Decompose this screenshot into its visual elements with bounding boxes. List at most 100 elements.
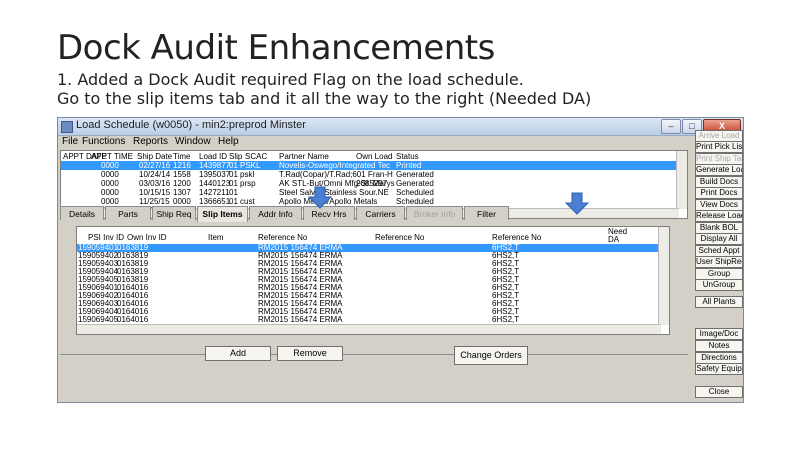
- safety-equip-button[interactable]: Safety Equip: [695, 363, 743, 375]
- tab-parts[interactable]: Parts: [105, 206, 151, 220]
- generate-loac-button[interactable]: Generate Loac: [695, 164, 743, 176]
- load-cell: cust: [240, 197, 255, 206]
- slip-cell: 0164016: [117, 315, 149, 324]
- load-cell: 1216: [173, 161, 191, 170]
- load-col-header[interactable]: Load ID: [199, 152, 227, 161]
- load-cell: 0000: [173, 197, 191, 206]
- display-all-button[interactable]: Display All: [695, 233, 743, 245]
- load-cell: 01: [229, 197, 238, 206]
- slip-row[interactable]: 159059403 0163819 RM2015 156474 ERMA 6HS2,T: [77, 259, 661, 268]
- add-button[interactable]: Add: [205, 346, 271, 361]
- menu-reports[interactable]: Reports: [133, 136, 168, 147]
- window-titlebar[interactable]: Load Schedule (w0050) - min2:preprod Min…: [58, 118, 743, 136]
- slip-row[interactable]: 159069404 0164016 RM2015 156474 ERMA 6HS2,T: [77, 307, 661, 316]
- slip-row[interactable]: 159069403 0164016 RM2015 156474 ERMA 6HS2,T: [77, 299, 661, 308]
- load-cell: 1200: [173, 179, 191, 188]
- tab-carriers[interactable]: Carriers: [356, 206, 405, 220]
- load-cell: 01: [229, 188, 238, 197]
- close-button[interactable]: Close: [695, 386, 743, 398]
- slip-cell: RM2015 156474 ERMA: [258, 315, 343, 324]
- slip-row[interactable]: 159069401 0164016 RM2015 156474 ERMA 6HS2,T: [77, 283, 661, 292]
- tab-recv-hrs[interactable]: Recv Hrs: [303, 206, 355, 220]
- remove-button[interactable]: Remove: [277, 346, 343, 361]
- load-cell: pskl: [240, 170, 255, 179]
- load-cell: Apollo Metals/Apollo Metals: [279, 197, 378, 206]
- tab-filter[interactable]: Filter: [464, 206, 509, 220]
- load-cell: 11/25/15: [139, 197, 170, 206]
- slip-row[interactable]: 159069402 0164016 RM2015 156474 ERMA 6HS2,T: [77, 291, 661, 300]
- slip-cell: 159069405: [78, 315, 119, 324]
- app-icon: [61, 121, 73, 133]
- slip-items-panel: [60, 354, 688, 355]
- slip-col-header[interactable]: Reference No: [258, 233, 307, 242]
- slip-row[interactable]: 159059401 0163819 RM2015 156474 ERMA 6HS2,T: [77, 243, 661, 252]
- slip-col-header[interactable]: Reference No: [492, 233, 541, 242]
- print-pick-list-button[interactable]: Print Pick List: [695, 141, 743, 153]
- slip-row[interactable]: 159069405 0164016 RM2015 156474 ERMA 6HS2,T: [77, 315, 661, 324]
- load-cell: Generated: [396, 170, 434, 179]
- tab-details[interactable]: Details: [60, 206, 104, 220]
- load-col-header[interactable]: Own Load: [356, 152, 392, 161]
- load-cell: T.Rad(Copar)/T.Rad;601 Fran-H: [279, 170, 393, 179]
- load-row[interactable]: 0000 11/25/15 0000 1366651 01 cust Apollo Meta…: [61, 197, 679, 206]
- load-col-header[interactable]: APPT TIME: [91, 152, 133, 161]
- load-cell: 01: [229, 179, 238, 188]
- ungroup-button[interactable]: UnGroup: [695, 279, 743, 291]
- slip-items-hscroll[interactable]: [77, 324, 661, 334]
- load-cell: 0000: [101, 170, 119, 179]
- menu-bar: File Functions Reports Window Help: [58, 136, 743, 148]
- load-col-header[interactable]: Slip: [229, 152, 242, 161]
- release-load-button[interactable]: Release Load: [695, 210, 743, 222]
- slip-cell: 6HS2,T: [492, 315, 520, 324]
- all-plants-button[interactable]: All Plants: [695, 296, 743, 308]
- print-docs-button[interactable]: Print Docs: [695, 187, 743, 199]
- note-line-1: 1. Added a Dock Audit required Flag on t…: [57, 70, 524, 89]
- load-col-header[interactable]: Status: [396, 152, 419, 161]
- load-cell: Generated: [396, 179, 434, 188]
- change-orders-button[interactable]: Change Orders: [454, 346, 528, 365]
- load-col-header[interactable]: Time: [173, 152, 190, 161]
- tab-ship-req[interactable]: Ship Req: [152, 206, 196, 220]
- menu-file[interactable]: File: [62, 136, 78, 147]
- load-col-header[interactable]: Ship Date: [137, 152, 172, 161]
- load-cell: 1440123: [199, 179, 231, 188]
- menu-help[interactable]: Help: [218, 136, 239, 147]
- tab-broker-info[interactable]: Broker Info: [406, 206, 463, 220]
- load-cell: Printed: [396, 161, 422, 170]
- minimize-button[interactable]: –: [661, 119, 681, 134]
- slip-col-header[interactable]: PSI Inv ID: [88, 233, 124, 242]
- load-cell: prsp: [240, 179, 256, 188]
- slide-title: Dock Audit Enhancements: [57, 28, 495, 68]
- slip-col-header[interactable]: Reference No: [375, 233, 424, 242]
- load-row[interactable]: 0000 10/24/14 1558 1395037 01 pskl T.Rad(Copar…: [61, 170, 679, 179]
- slip-row[interactable]: 159059402 0163819 RM2015 156474 ERMA 6HS2,T: [77, 251, 661, 260]
- load-cell: 1366651: [199, 197, 231, 206]
- tab-slip-items[interactable]: Slip Items: [197, 206, 248, 222]
- need-da-header[interactable]: Need DA: [608, 228, 627, 244]
- load-row[interactable]: 0000 10/15/15 1307 1427211 01 Steel Salvor/St…: [61, 188, 679, 197]
- load-cell: 02/27/16: [139, 161, 171, 170]
- load-cell: 03/03/16: [139, 179, 171, 188]
- slip-col-header[interactable]: Item: [208, 233, 224, 242]
- tab-addr-info[interactable]: Addr Info: [249, 206, 302, 220]
- menu-functions[interactable]: Functions: [82, 136, 125, 147]
- load-cell: 1439877: [199, 161, 231, 170]
- load-cell: 0000: [101, 161, 119, 170]
- menu-window[interactable]: Window: [175, 136, 211, 147]
- slip-row[interactable]: 159059405 0163819 RM2015 156474 ERMA 6HS2,T: [77, 275, 661, 284]
- load-col-header[interactable]: Partner Name: [279, 152, 329, 161]
- slip-items-vscroll[interactable]: [658, 227, 669, 325]
- load-list-vscroll[interactable]: [676, 151, 687, 209]
- note-line-2: Go to the slip items tab and it all the …: [57, 89, 592, 108]
- image-doc-button[interactable]: Image/Doc: [695, 328, 743, 340]
- load-cell: 0000: [101, 197, 119, 206]
- load-cell: Scheduled: [396, 188, 434, 197]
- user-shipreq-button[interactable]: User ShipReq: [695, 256, 743, 268]
- notes-button[interactable]: Notes: [695, 340, 743, 352]
- load-row[interactable]: 0000 02/27/16 1216 1439877 01 PSKL Novelis-Osw…: [61, 161, 679, 170]
- load-col-header[interactable]: SCAC: [245, 152, 267, 161]
- load-row[interactable]: 0000 03/03/16 1200 1440123 01 prsp AK STL-But/…: [61, 179, 679, 188]
- slip-row[interactable]: 159059404 0163819 RM2015 156474 ERMA 6HS2,T: [77, 267, 661, 276]
- slip-col-header[interactable]: Own Inv ID: [127, 233, 167, 242]
- window-title: Load Schedule (w0050) - min2:preprod Min…: [76, 119, 306, 131]
